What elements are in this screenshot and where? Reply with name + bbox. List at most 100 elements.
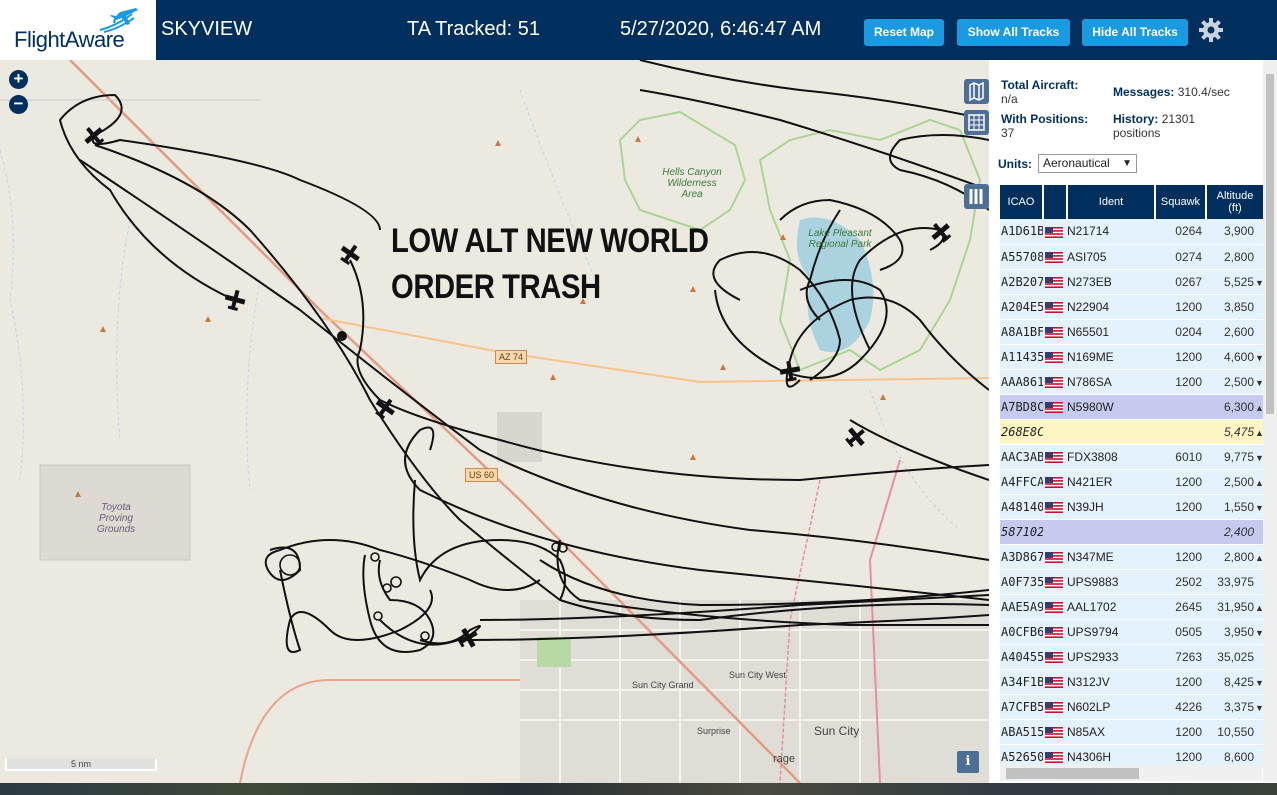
total-aircraft-value: n/a	[1001, 92, 1018, 106]
altitude-cell: 8,425▼	[1206, 669, 1264, 695]
altitude-trend-icon: ▲	[1255, 602, 1264, 613]
altitude-cell: 3,375▼	[1206, 694, 1264, 720]
altitude-value: 4,600	[1223, 349, 1254, 364]
icao-cell: A2B207	[1000, 269, 1043, 295]
gear-icon[interactable]	[1198, 17, 1224, 43]
altitude-value: 2,600	[1223, 324, 1254, 339]
squawk-cell: 1200	[1155, 719, 1206, 745]
col-header-ident[interactable]: Ident	[1067, 185, 1156, 219]
squawk-cell: 1200	[1155, 494, 1206, 520]
us-flag-icon	[1045, 226, 1063, 238]
squawk-cell: 1200	[1155, 344, 1206, 370]
table-row[interactable]: A8A1BF N65501 0204 2,600	[1000, 319, 1264, 345]
flag-cell	[1043, 269, 1067, 295]
table-row[interactable]: AAC3AB FDX3808 6010 9,775▼	[1000, 444, 1264, 470]
table-row[interactable]: A11435 N169ME 1200 4,600▼	[1000, 344, 1264, 370]
ident-cell	[1067, 419, 1155, 445]
col-header-altitude[interactable]: Altitude (ft)	[1206, 185, 1265, 219]
icao-cell: A48140	[1000, 494, 1043, 520]
map-label-mirage: rage	[773, 753, 796, 765]
reset-map-button[interactable]: Reset Map	[864, 19, 944, 46]
squawk-cell: 2502	[1155, 569, 1206, 595]
us-flag-icon	[1045, 601, 1063, 613]
altitude-trend-icon: ▲	[1255, 427, 1264, 438]
table-row[interactable]: A0F735 UPS9883 2502 33,975	[1000, 569, 1264, 595]
table-row[interactable]: ABA515 N85AX 1200 10,550	[1000, 719, 1264, 745]
table-row[interactable]: A2B207 N273EB 0267 5,525▼	[1000, 269, 1264, 295]
altitude-value: 10,550	[1217, 724, 1254, 739]
logo-plane-icon	[99, 8, 138, 33]
us-flag-icon	[1045, 751, 1063, 763]
table-row[interactable]: A55708 ASI705 0274 2,800	[1000, 244, 1264, 270]
table-row[interactable]: AAA861 N786SA 1200 2,500▼	[1000, 369, 1264, 395]
us-flag-icon	[1045, 676, 1063, 688]
hide-all-tracks-button[interactable]: Hide All Tracks	[1082, 19, 1188, 46]
ident-cell: N39JH	[1067, 494, 1155, 520]
flightaware-logo[interactable]: FlightAware	[0, 0, 156, 60]
flag-cell	[1043, 494, 1067, 520]
col-header-squawk[interactable]: Squawk	[1155, 185, 1207, 219]
icao-cell: A7BD8C	[1000, 394, 1043, 420]
zoom-out-button[interactable]: −	[9, 95, 28, 114]
ident-cell: N786SA	[1067, 369, 1155, 395]
table-row[interactable]: A0CFB6 UPS9794 0505 3,950▼	[1000, 619, 1264, 645]
altitude-value: 1,550	[1223, 499, 1254, 514]
table-row[interactable]: A34F1B N312JV 1200 8,425▼	[1000, 669, 1264, 695]
app-name: SKYVIEW	[161, 18, 253, 40]
history-label: History:	[1113, 112, 1159, 126]
altitude-cell: 3,900	[1206, 219, 1264, 245]
altitude-cell: 2,500▼	[1206, 369, 1264, 395]
flag-cell	[1043, 219, 1067, 245]
table-horizontal-scrollbar[interactable]	[1000, 765, 1262, 781]
us-flag-icon	[1045, 451, 1063, 463]
columns-icon[interactable]	[964, 184, 989, 209]
desktop-background-strip	[0, 783, 1277, 795]
altitude-cell: 2,500▲	[1206, 469, 1264, 495]
ident-cell: N421ER	[1067, 469, 1155, 495]
altitude-cell: 5,525▼	[1206, 269, 1264, 295]
history-unit: positions	[1113, 126, 1161, 140]
with-positions-stat: With Positions: 37	[1001, 112, 1088, 140]
scroll-thumb[interactable]	[1006, 768, 1139, 779]
grid-icon[interactable]	[964, 110, 989, 135]
icao-cell: AAC3AB	[1000, 444, 1043, 470]
table-row[interactable]: A4FFCA N421ER 1200 2,500▲	[1000, 469, 1264, 495]
total-aircraft-stat: Total Aircraft: n/a	[1001, 78, 1078, 106]
table-row[interactable]: AAE5A9 AAL1702 2645 31,950▲	[1000, 594, 1264, 620]
map-canvas[interactable]	[0, 60, 989, 783]
map-view[interactable]: Hells Canyon Wilderness Area Lake Pleasa…	[0, 60, 989, 783]
info-button[interactable]: i	[957, 751, 979, 773]
scroll-thumb[interactable]	[1266, 74, 1274, 414]
altitude-cell: 10,550	[1206, 719, 1264, 745]
flag-cell	[1043, 644, 1067, 670]
sidebar-vertical-scrollbar[interactable]	[1263, 60, 1277, 782]
history-value: 21301	[1161, 112, 1196, 126]
table-row[interactable]: A7CFB5 N602LP 4226 3,375▼	[1000, 694, 1264, 720]
squawk-cell: 1200	[1155, 669, 1206, 695]
col-header-icao[interactable]: ICAO	[1000, 185, 1044, 219]
table-row[interactable]: A48140 N39JH 1200 1,550▼	[1000, 494, 1264, 520]
icao-cell: A0CFB6	[1000, 619, 1043, 645]
table-row[interactable]: A40455 UPS2933 7263 35,025	[1000, 644, 1264, 670]
squawk-cell: 1200	[1155, 294, 1206, 320]
map-layers-icon[interactable]	[964, 79, 989, 104]
show-all-tracks-button[interactable]: Show All Tracks	[957, 19, 1070, 46]
altitude-label: Altitude	[1216, 190, 1254, 202]
table-row[interactable]: A7BD8C N5980W 6,300▲	[1000, 394, 1264, 420]
flag-cell	[1043, 519, 1067, 545]
table-row[interactable]: 587102 2,400	[1000, 519, 1264, 545]
table-row[interactable]: A204E5 N22904 1200 3,850	[1000, 294, 1264, 320]
flag-cell	[1043, 569, 1067, 595]
table-row[interactable]: A1D61B N21714 0264 3,900	[1000, 219, 1264, 245]
annotation-line-2: ORDER TRASH	[391, 268, 601, 306]
units-select[interactable]: Aeronautical ▼	[1038, 154, 1137, 173]
zoom-in-button[interactable]: +	[9, 70, 28, 89]
map-label-sun-city: Sun City	[814, 724, 860, 738]
table-row[interactable]: 268E8C 5,475▲	[1000, 419, 1264, 445]
flag-cell	[1043, 469, 1067, 495]
road-shield-az74: AZ 74	[495, 350, 528, 364]
aircraft-table: ICAO Ident Squawk Altitude (ft) A1D61B N21…	[1000, 185, 1265, 770]
flag-cell	[1043, 344, 1067, 370]
altitude-value: 2,800	[1223, 249, 1254, 264]
table-row[interactable]: A3D867 N347ME 1200 2,800▲	[1000, 544, 1264, 570]
